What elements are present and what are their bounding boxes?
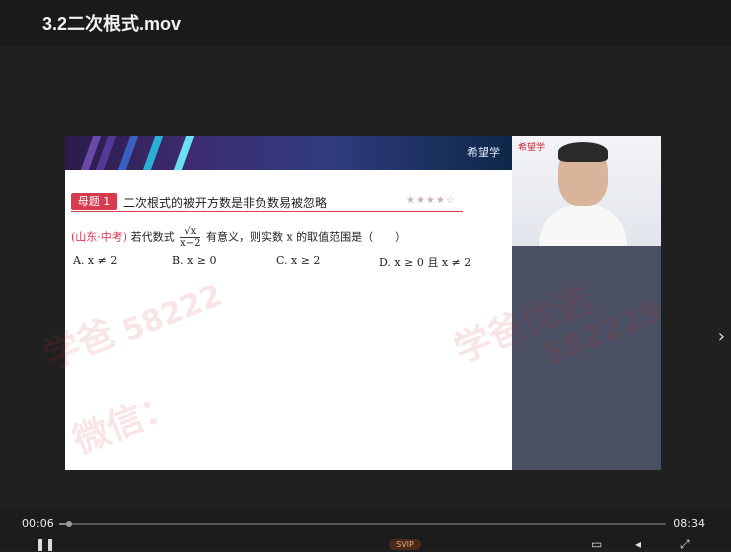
question-after: 有意义，则实数 x 的取值范围是（ ） [205,230,407,244]
seek-fill [59,523,67,525]
banner-brand: 希望学 [467,146,500,159]
pip-brand: 希望学 [518,143,546,153]
current-time: 00:06 [22,517,54,530]
option-b: B. x ≥ 0 [172,254,217,267]
teacher-camera: 希望学 [512,136,661,246]
option-c: C. x ≥ 2 [276,254,321,267]
problem-topic: 二次根式的被开方数是非负数易被忽略 [123,196,328,210]
slide-banner: 希望学 [65,136,512,170]
question-before: 若代数式 [130,230,175,244]
seek-bar[interactable] [59,521,666,527]
fraction-denominator: x−2 [180,238,201,249]
question-source: (山东·中考) [71,230,128,244]
duration: 08:34 [673,517,705,530]
question-text: (山东·中考) 若代数式 √x x−2 有意义，则实数 x 的取值范围是（ ） [71,226,406,249]
volume-icon[interactable]: ◂ [635,537,641,551]
video-title: 3.2二次根式.mov [42,14,182,34]
option-d: D. x ≥ 0 且 x ≠ 2 [379,256,472,269]
title-underline [71,211,463,212]
video-stage[interactable]: 希望学 母题 1 二次根式的被开方数是非负数易被忽略 ★★★★☆ (山东·中考)… [0,46,731,508]
svip-badge[interactable]: SVIP [389,539,421,550]
screen-icon[interactable]: ▭ [591,537,602,551]
video-frame[interactable]: 希望学 母题 1 二次根式的被开方数是非负数易被忽略 ★★★★☆ (山东·中考)… [65,136,661,470]
problem-tag: 母题 1 [71,193,117,210]
fraction-numerator: √x [180,226,201,238]
difficulty-stars: ★★★★☆ [406,195,456,206]
fraction: √x x−2 [180,226,201,249]
slide-content: 母题 1 二次根式的被开方数是非负数易被忽略 ★★★★☆ (山东·中考) 若代数… [65,170,512,470]
title-bar: 3.2二次根式.mov [0,0,731,46]
teacher-shirt [539,204,627,246]
play-pause-icon[interactable]: ❚❚ [35,537,55,551]
teacher-hair [558,142,608,162]
player-controls: 00:06 08:34 ❚❚ SVIP ▭ ◂ ⤢ [0,508,731,551]
camera-panel-bg [512,246,661,470]
option-a: A. x ≠ 2 [73,254,118,267]
seek-thumb[interactable] [66,521,73,527]
chevron-right-icon[interactable]: › [718,328,725,346]
